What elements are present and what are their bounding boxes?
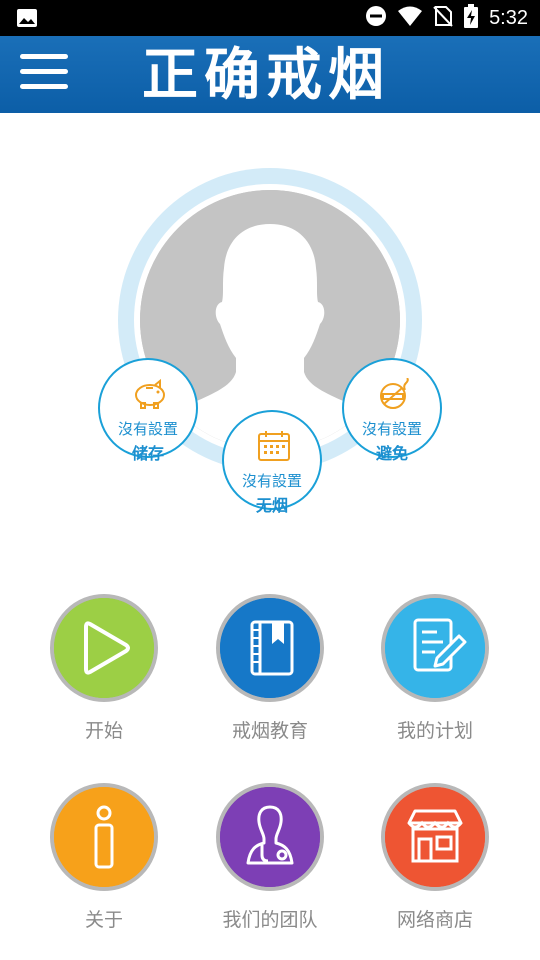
menu-item-label: 戒烟教育 (231, 720, 308, 742)
app-title: 正确戒烟 (142, 43, 390, 108)
store-icon (381, 783, 489, 891)
status-time: 5:32 (489, 6, 528, 29)
smoke-free-badge[interactable]: 沒有設置 无烟 (222, 410, 322, 515)
smoke-free-label: 无烟 (255, 496, 288, 515)
savings-badge[interactable]: 沒有設置 储存 (98, 358, 198, 463)
savings-label: 储存 (131, 444, 164, 463)
play-icon (50, 594, 158, 702)
calendar-icon (255, 430, 293, 462)
savings-value: 沒有設置 (117, 420, 178, 438)
menu-item-start[interactable]: 开始 (22, 590, 186, 760)
image-icon (16, 8, 38, 32)
menu-item-label: 开始 (84, 720, 123, 742)
app-bar: 正确戒烟 (0, 36, 540, 113)
menu-item-online-store[interactable]: 网络商店 (353, 779, 517, 949)
hamburger-menu-icon[interactable] (20, 54, 72, 94)
dnd-icon (365, 5, 387, 31)
smoke-free-value: 沒有設置 (241, 472, 302, 490)
plan-edit-icon (381, 594, 489, 702)
info-icon (50, 783, 158, 891)
menu-item-our-team[interactable]: 我们的团队 (188, 779, 352, 949)
book-icon (216, 594, 324, 702)
avoided-value: 沒有設置 (361, 420, 422, 438)
avoided-label: 避免 (375, 444, 408, 463)
wifi-icon (397, 5, 423, 31)
no-smoking-icon (375, 377, 413, 410)
doctor-icon (216, 783, 324, 891)
status-bar: 5:32 (0, 0, 540, 36)
no-sim-icon (433, 5, 453, 31)
menu-item-label: 网络商店 (396, 909, 473, 931)
menu-item-my-plan[interactable]: 我的计划 (353, 590, 517, 760)
avoided-badge[interactable]: 沒有設置 避免 (342, 358, 442, 463)
menu-item-label: 关于 (84, 909, 123, 931)
menu-item-about[interactable]: 关于 (22, 779, 186, 949)
battery-charging-icon (463, 4, 479, 32)
menu-item-label: 我的计划 (396, 720, 473, 742)
menu-item-label: 我们的团队 (222, 909, 318, 931)
piggy-bank-icon (131, 378, 169, 410)
profile-area: 沒有設置 储存 沒有設置 无烟 沒有設置 避免 (0, 113, 540, 543)
menu-item-education[interactable]: 戒烟教育 (188, 590, 352, 760)
